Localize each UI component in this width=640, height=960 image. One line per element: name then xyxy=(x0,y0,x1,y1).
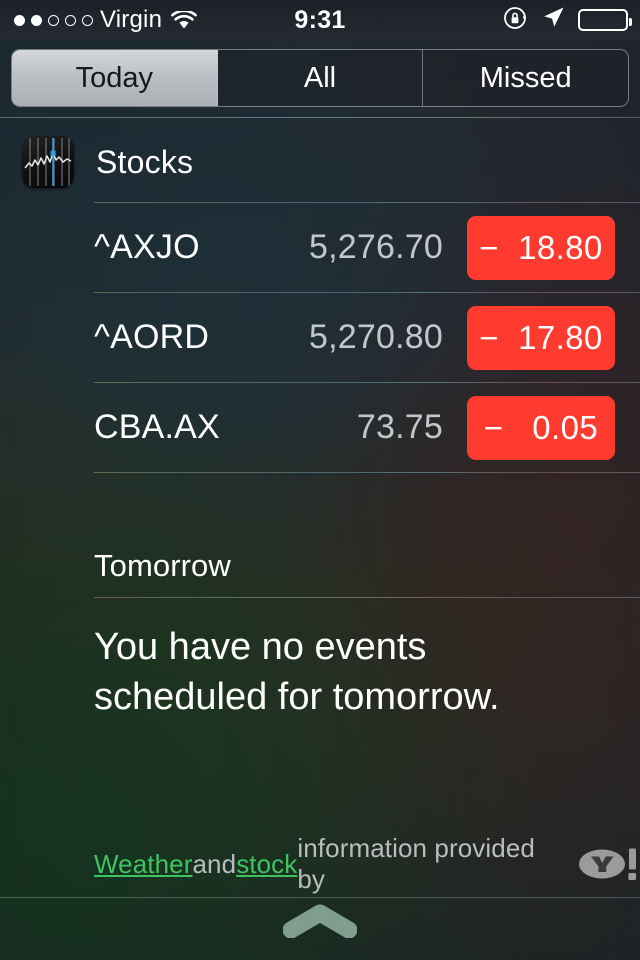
stock-change-badge[interactable]: − 18.80 xyxy=(467,215,615,280)
tomorrow-widget: Tomorrow You have no events scheduled fo… xyxy=(0,473,640,722)
footer-text-rest: information provided by xyxy=(297,833,535,894)
stock-price: 5,270.80 xyxy=(309,318,443,356)
weather-link[interactable]: Weather xyxy=(94,849,193,880)
location-arrow-icon xyxy=(541,5,566,35)
stock-price: 5,276.70 xyxy=(309,228,443,266)
rotation-lock-icon xyxy=(503,5,529,36)
tomorrow-heading: Tomorrow xyxy=(94,548,231,583)
stocks-app-icon xyxy=(22,136,74,188)
table-row[interactable]: ^AXJO 5,276.70 − 18.80 xyxy=(0,203,640,292)
yahoo-logo xyxy=(578,847,640,881)
stock-change-badge[interactable]: − 17.80 xyxy=(467,305,615,370)
stock-symbol: ^AORD xyxy=(94,318,210,356)
stock-symbol: CBA.AX xyxy=(94,408,220,446)
stocks-widget: Stocks ^AXJO 5,276.70 − 18.80 ^AORD 5,27… xyxy=(0,118,640,473)
notification-tabs: Today All Missed xyxy=(0,40,640,117)
stock-symbol: ^AXJO xyxy=(94,228,200,266)
stock-link[interactable]: stock xyxy=(236,849,297,880)
notification-center-screen: Virgin 9:31 Today All Missed Stocks ^AXJ… xyxy=(0,0,640,960)
stock-price: 73.75 xyxy=(356,408,443,446)
grabber-handle[interactable] xyxy=(0,904,640,943)
grabber-divider xyxy=(0,897,640,898)
provider-attribution: Weather and stock information provided b… xyxy=(0,833,640,895)
tomorrow-body-text: You have no events scheduled for tomorro… xyxy=(94,626,500,718)
tab-today[interactable]: Today xyxy=(12,50,218,106)
battery-icon xyxy=(578,9,632,31)
status-bar-right xyxy=(503,0,632,40)
status-bar: Virgin 9:31 xyxy=(0,0,640,40)
footer-text-and: and xyxy=(192,848,237,879)
tab-missed[interactable]: Missed xyxy=(423,50,628,106)
stocks-widget-title: Stocks xyxy=(96,143,194,180)
tab-all[interactable]: All xyxy=(217,50,424,106)
table-row[interactable]: CBA.AX 73.75 − 0.05 xyxy=(0,383,640,472)
stock-change-badge[interactable]: − 0.05 xyxy=(467,395,615,460)
grabber-chevron-up-icon[interactable] xyxy=(282,904,358,943)
stocks-widget-header[interactable]: Stocks xyxy=(0,118,640,202)
table-row[interactable]: ^AORD 5,270.80 − 17.80 xyxy=(0,293,640,382)
